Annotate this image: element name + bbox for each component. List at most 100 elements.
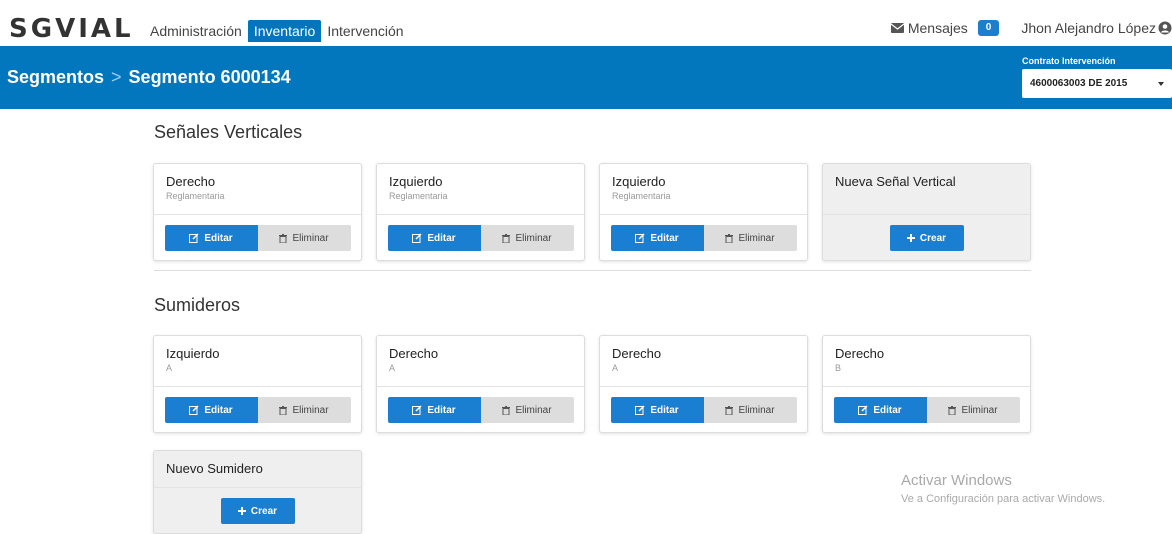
edit-label: Editar: [204, 232, 233, 244]
nav-intervencion[interactable]: Intervención: [323, 20, 407, 42]
delete-button[interactable]: Eliminar: [257, 397, 351, 423]
edit-icon: [858, 405, 868, 415]
edit-icon: [412, 405, 422, 415]
edit-label: Editar: [204, 404, 233, 416]
card-subtitle: Reglamentaria: [166, 191, 225, 201]
senal-card: Izquierdo Reglamentaria Editar Eliminar: [376, 163, 585, 261]
new-sumidero-card: Nuevo Sumidero Crear: [153, 450, 362, 534]
create-senal-button[interactable]: Crear: [889, 225, 964, 251]
delete-button[interactable]: Eliminar: [480, 225, 574, 251]
user-menu[interactable]: Jhon Alejandro López: [1021, 20, 1172, 36]
nav-administracion[interactable]: Administración: [146, 20, 246, 42]
delete-label: Eliminar: [961, 404, 998, 416]
nav-right: Mensajes 0 Jhon Alejandro López: [890, 20, 1172, 36]
card-title: Derecho: [612, 346, 662, 361]
edit-button[interactable]: Editar: [833, 397, 927, 423]
edit-label: Editar: [650, 232, 679, 244]
contract-label: Contrato Intervención: [1022, 56, 1116, 66]
new-senal-card: Nueva Señal Vertical Crear: [822, 163, 1031, 261]
create-label: Crear: [250, 505, 278, 517]
trash-icon: [279, 233, 288, 243]
delete-label: Eliminar: [515, 232, 552, 244]
sumidero-card: Derecho A Editar Eliminar: [376, 335, 585, 433]
trash-icon: [725, 405, 734, 415]
card-title: Nueva Señal Vertical: [835, 174, 956, 189]
envelope-icon: [890, 23, 904, 33]
edit-button[interactable]: Editar: [164, 225, 258, 251]
edit-label: Editar: [873, 404, 902, 416]
contract-selector: Contrato Intervención 4600063003 DE 2015: [1022, 56, 1172, 98]
contract-select[interactable]: 4600063003 DE 2015: [1022, 69, 1172, 98]
edit-label: Editar: [427, 404, 456, 416]
card-subtitle: Reglamentaria: [389, 191, 448, 201]
breadcrumb-separator: >: [111, 67, 122, 87]
contract-value: 4600063003 DE 2015: [1030, 78, 1128, 89]
user-name: Jhon Alejandro López: [1021, 20, 1156, 36]
top-navbar: SGVIAL Administración Inventario Interve…: [0, 0, 1172, 46]
breadcrumb: Segmentos > Segmento 6000134: [7, 67, 291, 88]
trash-icon: [725, 233, 734, 243]
caret-down-icon: [1158, 81, 1164, 86]
edit-label: Editar: [650, 404, 679, 416]
create-label: Crear: [919, 232, 947, 244]
edit-icon: [189, 233, 199, 243]
brand-logo[interactable]: SGVIAL: [9, 14, 134, 44]
delete-label: Eliminar: [738, 404, 775, 416]
edit-icon: [412, 233, 422, 243]
delete-button[interactable]: Eliminar: [926, 397, 1020, 423]
edit-label: Editar: [427, 232, 456, 244]
nav-inventario[interactable]: Inventario: [247, 20, 322, 42]
sumidero-card: Izquierdo A Editar Eliminar: [153, 335, 362, 433]
sumidero-card: Derecho B Editar Eliminar: [822, 335, 1031, 433]
card-title: Izquierdo: [612, 174, 666, 189]
plus-icon: [906, 234, 915, 242]
messages-count-badge: 0: [977, 20, 1000, 36]
edit-button[interactable]: Editar: [387, 225, 481, 251]
watermark-title: Activar Windows: [901, 472, 1012, 489]
card-subtitle: Reglamentaria: [612, 191, 671, 201]
card-title: Derecho: [166, 174, 216, 189]
card-title: Derecho: [835, 346, 885, 361]
delete-label: Eliminar: [738, 232, 775, 244]
sumidero-card: Derecho A Editar Eliminar: [599, 335, 808, 433]
card-subtitle: A: [612, 363, 619, 373]
card-title: Izquierdo: [389, 174, 443, 189]
trash-icon: [948, 405, 957, 415]
delete-label: Eliminar: [515, 404, 552, 416]
delete-label: Eliminar: [292, 404, 329, 416]
trash-icon: [502, 233, 511, 243]
card-title: Izquierdo: [166, 346, 220, 361]
edit-icon: [635, 405, 645, 415]
user-circle-icon: [1158, 21, 1172, 35]
card-subtitle: B: [835, 363, 842, 373]
breadcrumb-segmentos[interactable]: Segmentos: [7, 67, 104, 88]
card-title: Nuevo Sumidero: [166, 461, 263, 476]
edit-button[interactable]: Editar: [610, 225, 704, 251]
section-title-sumideros: Sumideros: [154, 295, 241, 315]
messages-label: Mensajes: [907, 20, 968, 36]
delete-button[interactable]: Eliminar: [480, 397, 574, 423]
section-divider: [154, 270, 1031, 271]
delete-button[interactable]: Eliminar: [703, 225, 797, 251]
edit-button[interactable]: Editar: [387, 397, 481, 423]
windows-activation-watermark: Activar Windows Ve a Configuración para …: [901, 472, 1105, 505]
watermark-subtitle: Ve a Configuración para activar Windows.: [901, 493, 1106, 505]
delete-button[interactable]: Eliminar: [703, 397, 797, 423]
edit-button[interactable]: Editar: [610, 397, 704, 423]
create-sumidero-button[interactable]: Crear: [220, 498, 295, 524]
card-title: Derecho: [389, 346, 439, 361]
delete-label: Eliminar: [292, 232, 329, 244]
card-subtitle: A: [166, 363, 173, 373]
messages-link[interactable]: Mensajes 0: [890, 20, 1021, 36]
section-title-senales: Señales Verticales: [154, 122, 303, 142]
card-subtitle: A: [389, 363, 396, 373]
breadcrumb-current: Segmento 6000134: [128, 67, 291, 87]
trash-icon: [279, 405, 288, 415]
edit-icon: [635, 233, 645, 243]
page-header: Segmentos > Segmento 6000134 Contrato In…: [0, 46, 1172, 109]
trash-icon: [502, 405, 511, 415]
senal-card: Izquierdo Reglamentaria Editar Eliminar: [599, 163, 808, 261]
delete-button[interactable]: Eliminar: [257, 225, 351, 251]
edit-button[interactable]: Editar: [164, 397, 258, 423]
senal-card: Derecho Reglamentaria Editar Eliminar: [153, 163, 362, 261]
